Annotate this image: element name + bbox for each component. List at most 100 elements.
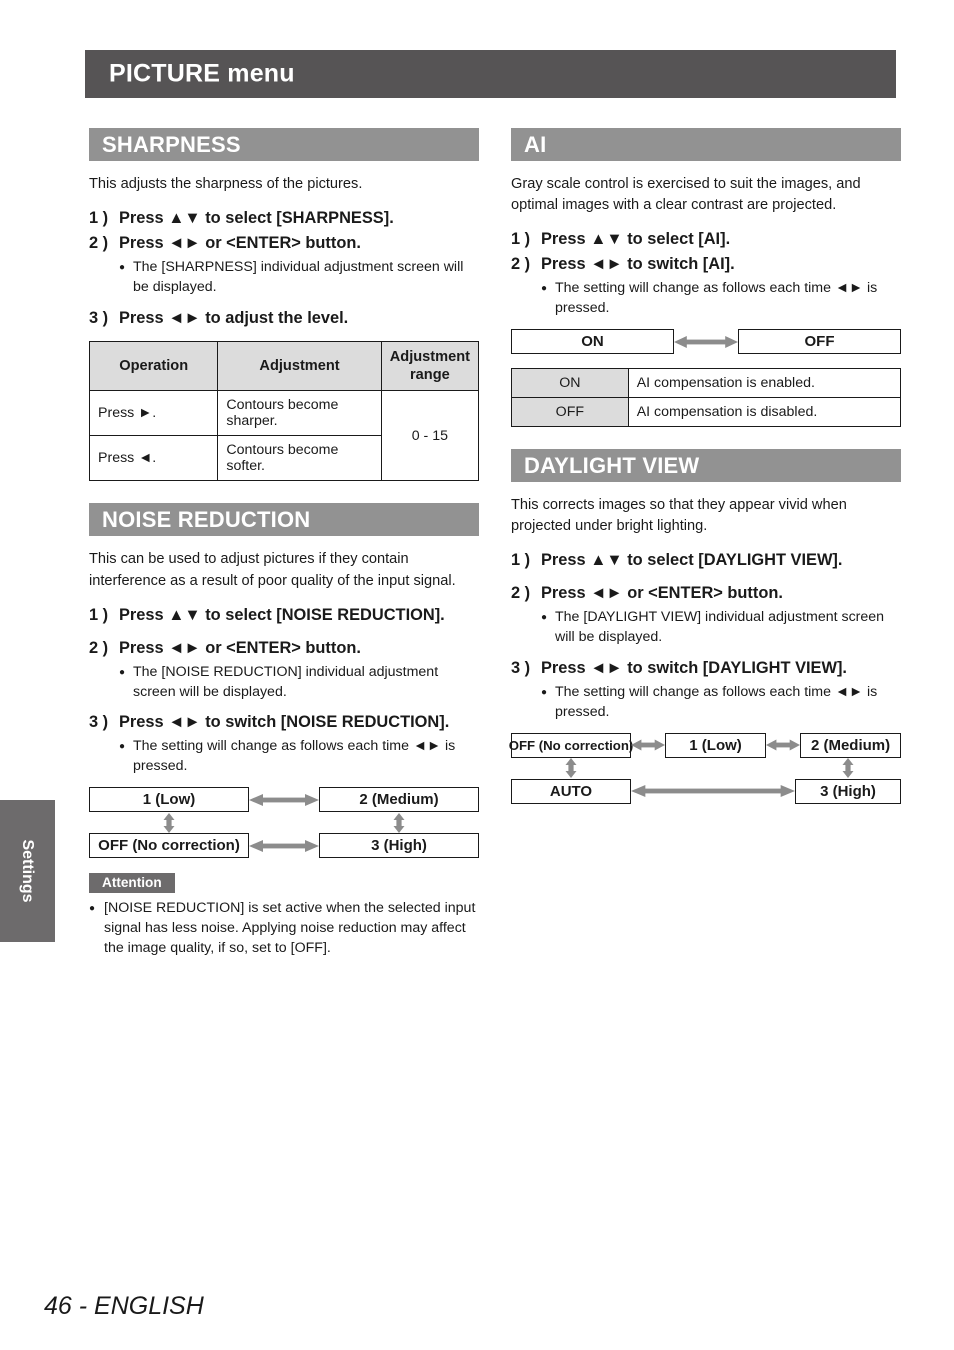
sharpness-step-2: 2 ) Press ◄► or <ENTER> button. (89, 233, 479, 254)
step-text: Press ◄► to switch [NOISE REDUCTION]. (119, 713, 450, 732)
page-title: PICTURE menu (109, 59, 295, 88)
noise-reduction-step-3: 3 ) Press ◄► to switch [NOISE REDUCTION]… (89, 712, 479, 733)
right-column: AI Gray scale control is exercised to su… (509, 128, 902, 804)
daylight-view-state-diagram: OFF (No correction) 1 (Low) 2 (Medium) A… (509, 732, 901, 804)
diagram-box-off: OFF (No correction) (89, 833, 249, 859)
arrow-vertical-double-icon (89, 812, 249, 833)
note-text: The [NOISE REDUCTION] individual adjustm… (133, 663, 439, 700)
step-number: 2 ) (511, 255, 531, 274)
diagram-box-high: 3 (High) (795, 778, 901, 804)
step-text: Press ◄► to switch [DAYLIGHT VIEW]. (541, 659, 847, 678)
noise-reduction-step-1: 1 ) Press ▲▼ to select [NOISE REDUCTION]… (89, 605, 479, 626)
section-header-sharpness: SHARPNESS (89, 128, 479, 161)
bullet-icon: ● (541, 283, 548, 295)
step-number: 2 ) (511, 584, 531, 603)
attention-text: [NOISE REDUCTION] is set active when the… (104, 900, 476, 956)
arrow-horizontal-double-icon (674, 329, 738, 354)
step-number: 1 ) (89, 209, 109, 228)
cell-operation: Press ►. (88, 390, 219, 437)
ai-intro: Gray scale control is exercised to suit … (511, 176, 861, 214)
daylight-view-step-2-note: ● The [DAYLIGHT VIEW] individual adjustm… (541, 608, 901, 648)
diagram-row-top: OFF (No correction) 1 (Low) 2 (Medium) (509, 732, 901, 758)
daylight-view-step-3: 3 ) Press ◄► to switch [DAYLIGHT VIEW]. (511, 658, 901, 679)
arrow-vertical-double-icon (511, 758, 631, 779)
arrow-horizontal-double-icon (766, 733, 801, 758)
sharpness-intro: This adjusts the sharpness of the pictur… (89, 176, 363, 192)
diagram-row-vertical-arrows (89, 812, 479, 833)
noise-reduction-step-2-note: ● The [NOISE REDUCTION] individual adjus… (119, 663, 479, 703)
ai-step-1: 1 ) Press ▲▼ to select [AI]. (511, 229, 901, 250)
page-footer: 46 - ENGLISH (44, 1292, 204, 1321)
daylight-view-step-2: 2 ) Press ◄► or <ENTER> button. (511, 583, 901, 604)
table-header-operation: Operation (88, 340, 219, 392)
note-text: The setting will change as follows each … (555, 280, 878, 317)
cell-adjustment: Contours become sharper. (217, 390, 382, 437)
step-number: 1 ) (511, 551, 531, 570)
diagram-box-on: ON (511, 329, 674, 355)
diagram-box-auto: AUTO (511, 778, 631, 804)
arrow-horizontal-double-icon (249, 833, 319, 858)
section-title-ai: AI (524, 131, 547, 157)
sharpness-table: Operation Adjustment Adjustment range Pr… (88, 340, 480, 482)
diagram-box-high: 3 (High) (319, 833, 479, 859)
diagram-box-low: 1 (Low) (665, 732, 766, 758)
arrow-vertical-double-icon (319, 812, 479, 833)
attention-item: ● [NOISE REDUCTION] is set active when t… (89, 899, 479, 959)
cell-adjustment-range: 0 - 15 (380, 390, 480, 482)
step-text: Press ▲▼ to select [DAYLIGHT VIEW]. (541, 551, 843, 570)
bullet-icon: ● (541, 687, 548, 699)
table-header-adjustment: Adjustment (217, 340, 382, 392)
noise-reduction-intro: This can be used to adjust pictures if t… (89, 551, 456, 589)
daylight-view-step-1: 1 ) Press ▲▼ to select [DAYLIGHT VIEW]. (511, 550, 901, 571)
table-row: Press ►. Contours become sharper. 0 - 15 (88, 390, 480, 482)
table-row: OFF AI compensation is disabled. (511, 397, 902, 428)
step-text: Press ◄► or <ENTER> button. (541, 584, 783, 603)
step-text: Press ◄► or <ENTER> button. (119, 638, 361, 657)
diagram-box-medium: 2 (Medium) (800, 732, 901, 758)
diagram-box-off: OFF (738, 329, 901, 355)
step-number: 3 ) (89, 713, 109, 732)
bullet-icon: ● (89, 903, 96, 915)
step-text: Press ◄► to adjust the level. (119, 308, 349, 327)
bullet-icon: ● (541, 612, 548, 624)
ai-step-2: 2 ) Press ◄► to switch [AI]. (511, 254, 901, 275)
step-number: 3 ) (511, 659, 531, 678)
sidebar-chapter-tab: Settings (0, 800, 55, 942)
note-text: The [SHARPNESS] individual adjustment sc… (133, 259, 464, 296)
attention-label: Attention (89, 873, 175, 894)
section-header-noise-reduction: NOISE REDUCTION (89, 503, 479, 537)
step-text: Press ◄► or <ENTER> button. (119, 234, 361, 253)
left-column: SHARPNESS This adjusts the sharpness of … (88, 128, 480, 959)
diagram-box-low: 1 (Low) (89, 787, 249, 813)
noise-reduction-state-diagram: 1 (Low) 2 (Medium) OFF (No correction) 3… (89, 787, 479, 859)
bullet-icon: ● (119, 666, 126, 678)
table-header-row: Operation Adjustment Adjustment range (88, 340, 480, 392)
step-number: 2 ) (89, 234, 109, 253)
cell-adjustment: Contours become softer. (217, 435, 382, 482)
sharpness-step-1: 1 ) Press ▲▼ to select [SHARPNESS]. (89, 208, 479, 229)
note-text: The [DAYLIGHT VIEW] individual adjustmen… (555, 609, 885, 646)
table-row: ON AI compensation is enabled. (511, 368, 902, 399)
section-title-sharpness: SHARPNESS (102, 131, 241, 157)
bullet-icon: ● (119, 262, 126, 274)
arrow-horizontal-double-icon (631, 733, 666, 758)
note-text: The setting will change as follows each … (555, 684, 878, 720)
section-title-noise-reduction: NOISE REDUCTION (102, 506, 311, 532)
ai-step-2-note: ● The setting will change as follows eac… (541, 279, 901, 319)
table-header-adjustment-range: Adjustment range (380, 340, 480, 392)
page-number-label: 46 - ENGLISH (44, 1292, 204, 1320)
step-text: Press ▲▼ to select [NOISE REDUCTION]. (119, 605, 445, 624)
ai-state-diagram: ON OFF (511, 329, 901, 355)
daylight-view-intro: This corrects images so that they appear… (511, 497, 847, 535)
arrow-vertical-double-icon (795, 758, 901, 779)
section-header-ai: AI (511, 128, 901, 161)
step-number: 2 ) (89, 638, 109, 657)
attention-block: Attention ● [NOISE REDUCTION] is set act… (89, 873, 479, 959)
diagram-box-off: OFF (No correction) (509, 732, 633, 758)
step-text: Press ◄► to switch [AI]. (541, 255, 735, 274)
note-text: The setting will change as follows each … (133, 738, 456, 775)
diagram-row-bottom: OFF (No correction) 3 (High) (89, 833, 479, 859)
section-title-daylight-view: DAYLIGHT VIEW (524, 452, 700, 478)
diagram-row-bottom: AUTO 3 (High) (511, 778, 901, 804)
diagram-row-top: 1 (Low) 2 (Medium) (89, 787, 479, 813)
